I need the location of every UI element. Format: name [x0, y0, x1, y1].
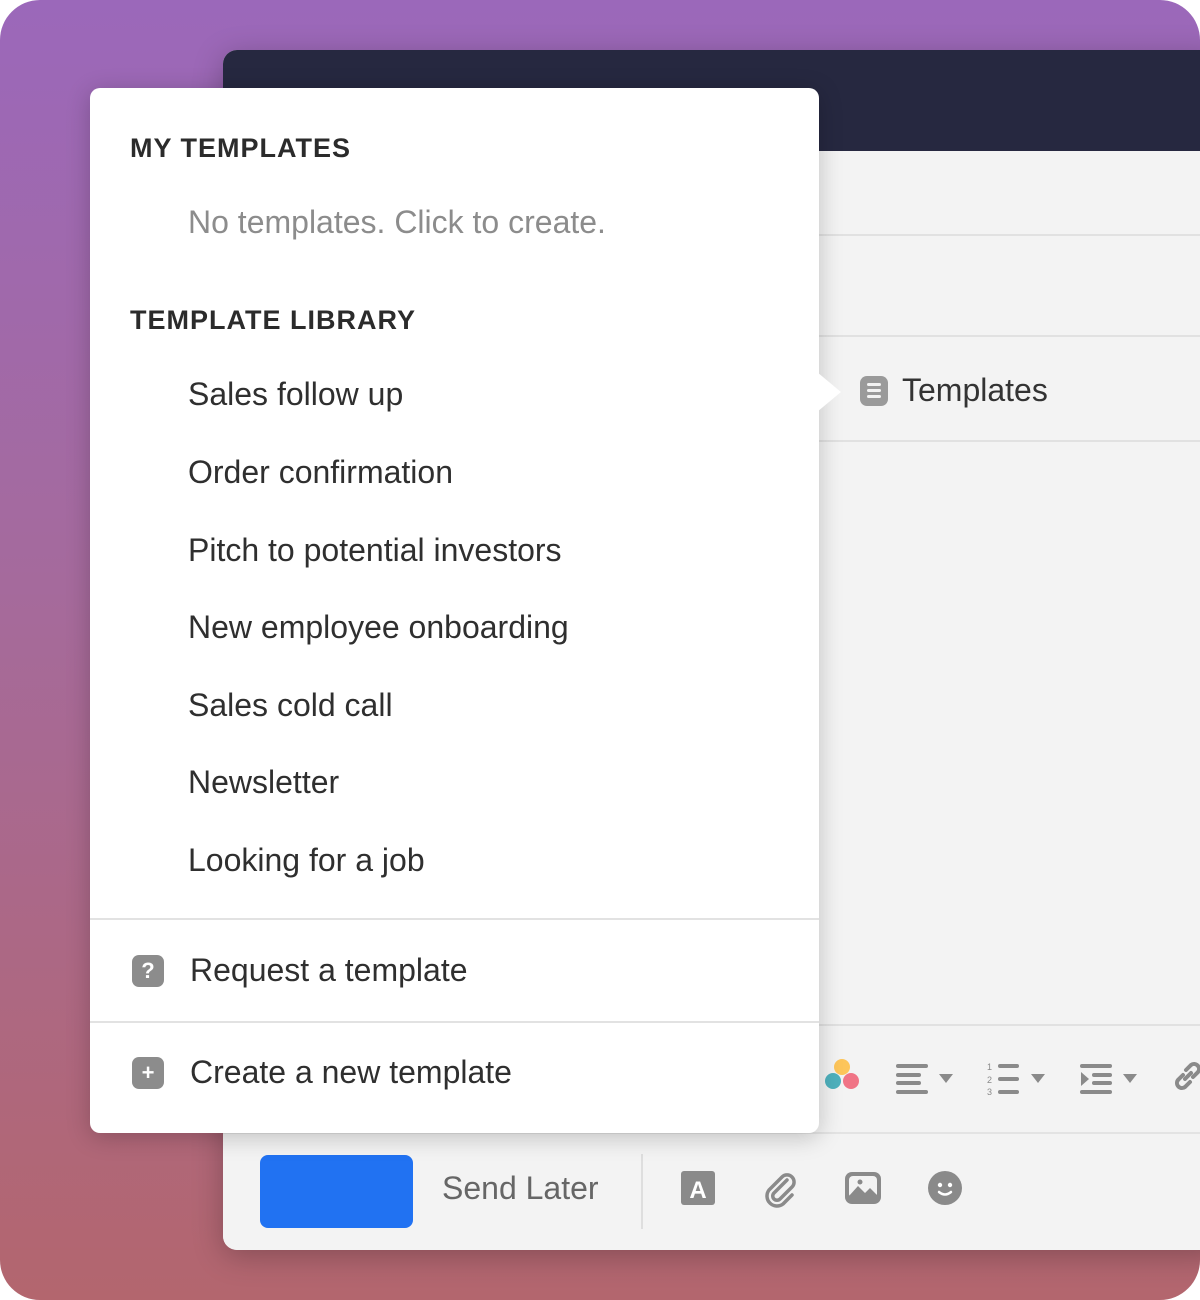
- numbered-list-button[interactable]: 1 2 3: [987, 1061, 1045, 1097]
- chevron-down-icon: [1031, 1074, 1045, 1083]
- template-item[interactable]: Order confirmation: [188, 454, 453, 491]
- send-button[interactable]: [260, 1155, 413, 1228]
- document-lines-icon: [860, 375, 888, 406]
- template-item[interactable]: Newsletter: [188, 764, 339, 801]
- indent-button[interactable]: [1079, 1062, 1137, 1096]
- svg-text:3: 3: [987, 1087, 992, 1097]
- toolbar-separator: [641, 1154, 643, 1229]
- svg-text:2: 2: [987, 1075, 992, 1085]
- my-templates-heading: MY TEMPLATES: [130, 133, 352, 163]
- template-library-heading: TEMPLATE LIBRARY: [130, 305, 416, 335]
- template-item[interactable]: Sales follow up: [188, 376, 403, 413]
- format-toolbar: 1 2 3: [823, 1058, 1200, 1099]
- image-icon[interactable]: [844, 1170, 882, 1211]
- svg-text:A: A: [689, 1177, 706, 1204]
- align-button[interactable]: [895, 1062, 953, 1096]
- request-template-button[interactable]: ? Request a template: [132, 952, 468, 989]
- create-template-button[interactable]: + Create a new template: [132, 1054, 512, 1091]
- emoji-icon[interactable]: [927, 1170, 963, 1211]
- indent-icon: [1080, 1063, 1112, 1094]
- svg-text:1: 1: [987, 1062, 992, 1072]
- plus-icon: +: [132, 1056, 164, 1089]
- text-format-icon[interactable]: A: [680, 1170, 716, 1211]
- chevron-down-icon: [939, 1074, 953, 1083]
- template-item[interactable]: Pitch to potential investors: [188, 532, 562, 569]
- popup-divider: [90, 1021, 819, 1023]
- popup-divider: [90, 918, 819, 920]
- chevron-down-icon: [1123, 1074, 1137, 1083]
- desktop-background: Templates 123 Send Later A MY TEMPLATES …: [0, 0, 1200, 1300]
- templates-label: Templates: [902, 372, 1048, 408]
- templates-button[interactable]: Templates: [860, 372, 1048, 409]
- send-toolbar: Send Later A: [223, 1132, 1200, 1250]
- request-template-label: Request a template: [190, 952, 468, 988]
- no-templates-hint[interactable]: No templates. Click to create.: [188, 204, 606, 241]
- templates-popup: MY TEMPLATES No templates. Click to crea…: [90, 88, 819, 1133]
- popup-pointer: [817, 372, 841, 412]
- align-icon: [896, 1063, 928, 1094]
- template-item[interactable]: Sales cold call: [188, 687, 393, 724]
- question-icon: ?: [132, 954, 164, 987]
- template-item[interactable]: Looking for a job: [188, 842, 425, 879]
- send-later-button[interactable]: Send Later: [442, 1170, 599, 1207]
- template-item[interactable]: New employee onboarding: [188, 609, 569, 646]
- color-picker-icon[interactable]: [823, 1058, 861, 1099]
- create-template-label: Create a new template: [190, 1054, 512, 1090]
- paperclip-icon[interactable]: [761, 1170, 799, 1213]
- link-icon[interactable]: [1171, 1059, 1200, 1098]
- numbered-list-icon: 1 2 3: [987, 1062, 1019, 1097]
